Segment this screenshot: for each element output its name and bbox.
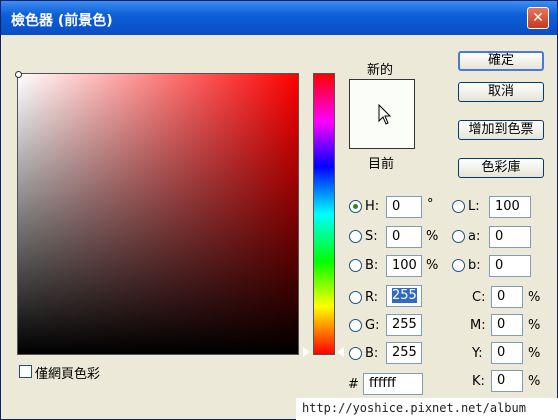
y-input[interactable]: 0 <box>491 342 523 364</box>
close-icon: ✕ <box>532 10 544 26</box>
dialog-title: 檢色器 (前景色) <box>11 13 113 29</box>
hex-label: # <box>348 377 359 392</box>
ok-button[interactable]: 確定 <box>458 51 544 71</box>
y-unit: % <box>528 346 541 361</box>
color-field-marker[interactable] <box>15 71 22 78</box>
hex-input[interactable]: ffffff <box>363 373 423 395</box>
watermark-url: http://yoshice.pixnet.net/album <box>296 398 558 420</box>
hue-slider-left-arrow-icon[interactable] <box>303 347 310 357</box>
s-input[interactable]: 0 <box>386 226 422 248</box>
m-label: M: <box>470 318 486 333</box>
k-input[interactable]: 0 <box>491 370 523 392</box>
s-unit: % <box>426 229 439 244</box>
only-web-colors-label: 僅網頁色彩 <box>35 367 101 382</box>
y-label: Y: <box>472 346 483 361</box>
l-input[interactable]: 100 <box>489 196 531 218</box>
s-radio[interactable] <box>349 230 362 243</box>
s-label: S: <box>365 229 378 244</box>
m-unit: % <box>528 318 541 333</box>
l-label: L: <box>468 199 480 214</box>
c-label: C: <box>472 290 486 305</box>
r-input-value: 255 <box>392 288 417 303</box>
title-bar: 檢色器 (前景色) ✕ <box>1 1 557 35</box>
a-input[interactable]: 0 <box>489 226 531 248</box>
b-unit: % <box>426 258 439 273</box>
a-label: a: <box>468 229 481 244</box>
hue-slider-right-arrow-icon[interactable] <box>337 347 344 357</box>
b-label: B: <box>365 258 379 273</box>
c-input[interactable]: 0 <box>491 286 523 308</box>
color-libraries-button[interactable]: 色彩庫 <box>458 158 544 178</box>
h-unit: ° <box>427 197 434 212</box>
g-radio[interactable] <box>349 319 362 332</box>
r-input[interactable]: 255 <box>386 285 422 307</box>
g-label: G: <box>365 318 380 333</box>
cancel-button[interactable]: 取消 <box>458 82 544 102</box>
hue-slider[interactable] <box>313 73 335 355</box>
h-input[interactable]: 0 <box>386 196 422 218</box>
lab-b-label: b: <box>468 258 481 273</box>
current-color-label: 目前 <box>368 157 395 172</box>
only-web-colors-checkbox[interactable] <box>19 365 32 378</box>
b-input[interactable]: 100 <box>386 255 422 277</box>
c-unit: % <box>528 290 541 305</box>
lab-b-radio[interactable] <box>452 259 465 272</box>
rgb-b-label: B: <box>365 346 379 361</box>
rgb-b-input[interactable]: 255 <box>386 342 422 364</box>
h-label: H: <box>365 199 380 214</box>
h-radio[interactable] <box>349 200 362 213</box>
color-preview-swatch <box>349 79 415 149</box>
r-radio[interactable] <box>349 291 362 304</box>
g-input[interactable]: 255 <box>386 314 422 336</box>
lab-b-input[interactable]: 0 <box>489 255 531 277</box>
cursor-icon <box>378 104 392 125</box>
l-radio[interactable] <box>452 200 465 213</box>
close-button[interactable]: ✕ <box>527 7 549 29</box>
k-label: K: <box>472 374 485 389</box>
color-picker-dialog: 檢色器 (前景色) ✕ 新的 目前 確定 取消 增加到色票 色彩庫 H: 0 °… <box>0 0 558 420</box>
m-input[interactable]: 0 <box>491 314 523 336</box>
a-radio[interactable] <box>452 230 465 243</box>
rgb-b-radio[interactable] <box>349 347 362 360</box>
r-label: R: <box>365 290 379 305</box>
new-color-label: 新的 <box>367 63 394 78</box>
b-radio[interactable] <box>349 259 362 272</box>
k-unit: % <box>528 374 541 389</box>
add-to-swatches-button[interactable]: 增加到色票 <box>458 120 544 140</box>
color-field[interactable] <box>17 73 299 355</box>
